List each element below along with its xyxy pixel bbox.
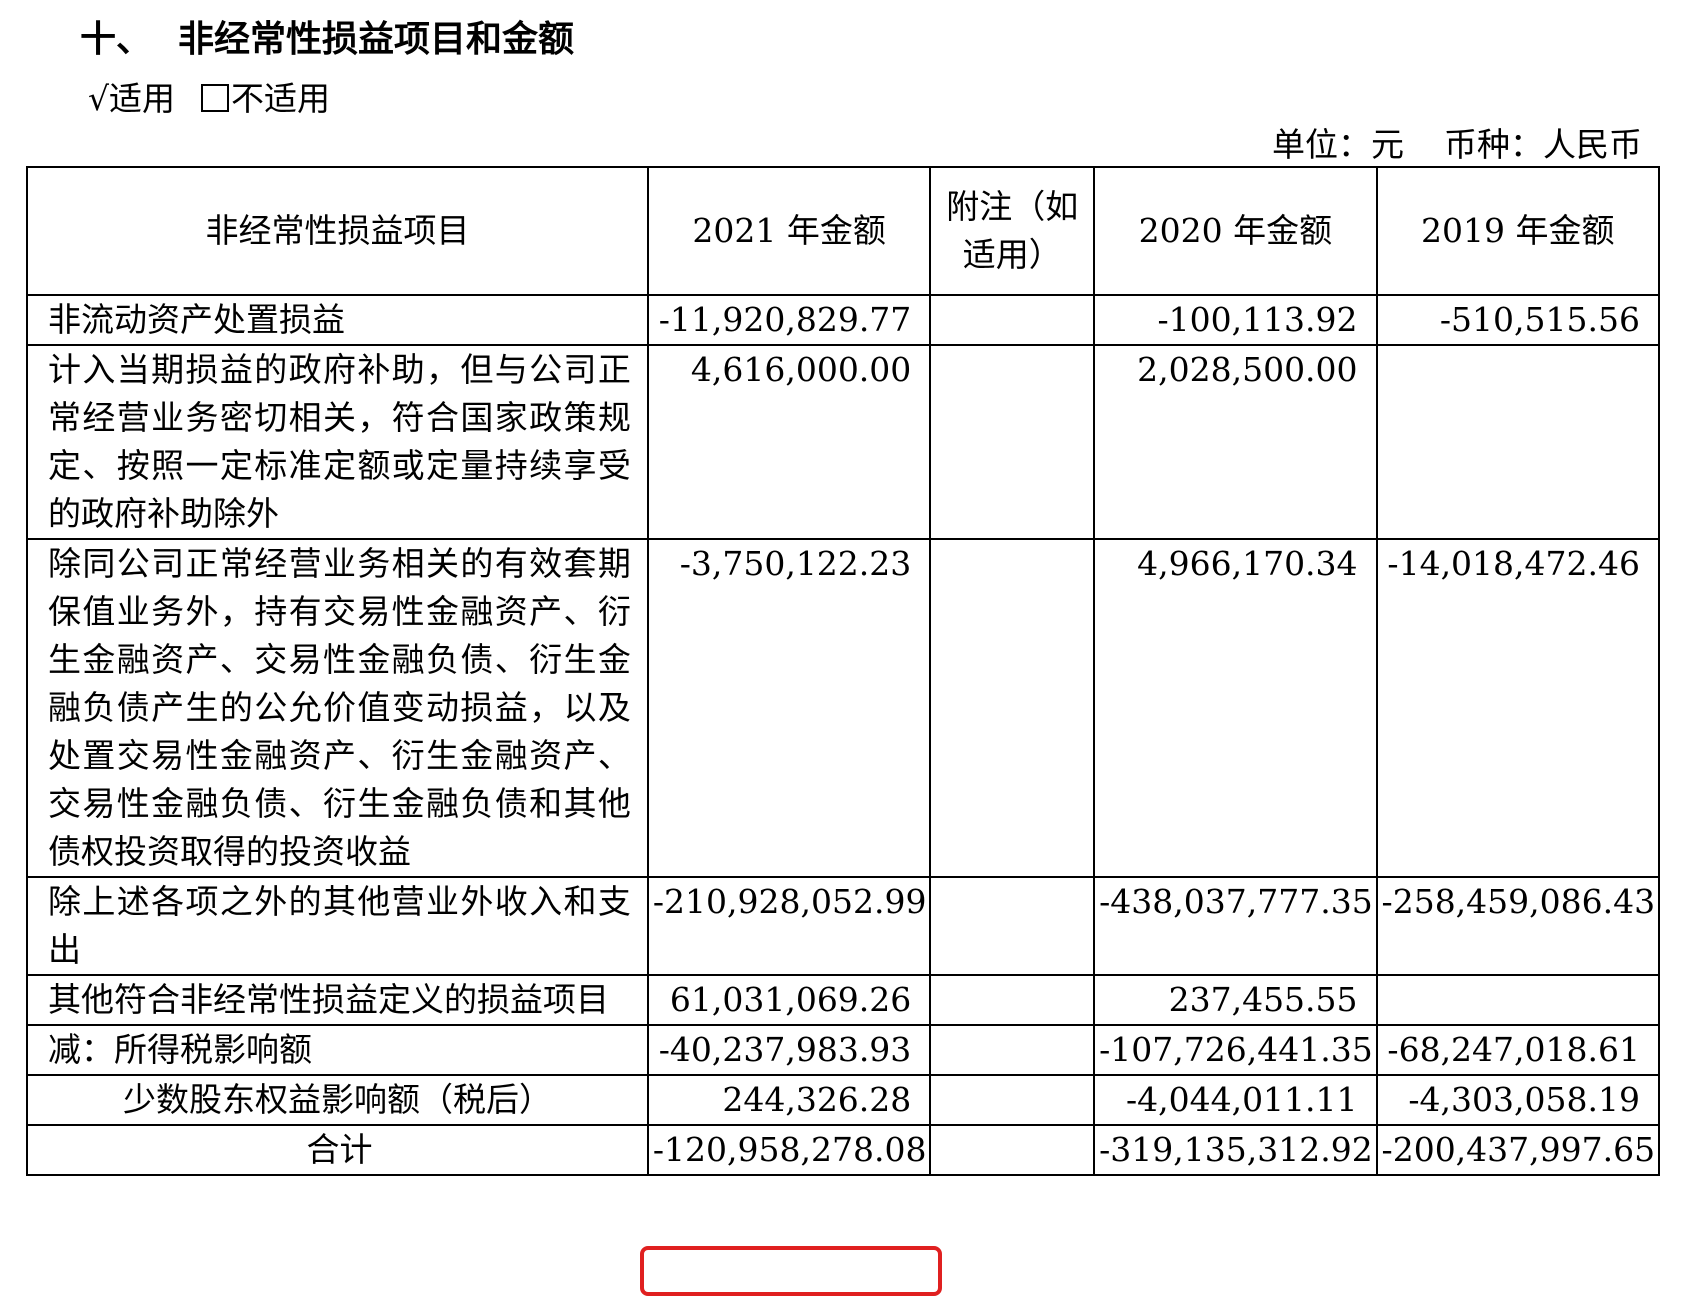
item-cell: 除上述各项之外的其他营业外收入和支出: [26, 876, 649, 976]
note-cell: [929, 344, 1096, 540]
table-total-row: 合计 -120,958,278.08 -319,135,312.92 -200,…: [26, 1124, 1661, 1176]
header-2021: 2021 年金额: [646, 166, 932, 296]
item-cell: 减：所得税影响额: [26, 1024, 649, 1076]
amount-2020: -4,044,011.11: [1093, 1074, 1378, 1126]
amount-2021: 61,031,069.26: [646, 974, 932, 1026]
amount-2019: -510,515.56: [1375, 294, 1661, 346]
amount-2019: -258,459,086.43: [1375, 876, 1661, 976]
amount-2019: -68,247,018.61: [1375, 1024, 1661, 1076]
non-recurring-items-table: 非经常性损益项目 2021 年金额 附注（如适用） 2020 年金额 2019 …: [26, 166, 1661, 1176]
note-cell: [929, 1024, 1096, 1076]
amount-2019: -4,303,058.19: [1375, 1074, 1661, 1126]
item-cell: 少数股东权益影响额（税后）: [26, 1074, 649, 1126]
applicable-label: 适用: [109, 79, 176, 118]
amount-2020: 4,966,170.34: [1093, 538, 1378, 878]
header-2020: 2020 年金额: [1093, 166, 1378, 296]
section-number: 十、: [80, 19, 153, 60]
empty-checkbox-icon: [201, 84, 230, 112]
header-item: 非经常性损益项目: [26, 166, 649, 296]
currency-text: 币种：人民币: [1444, 125, 1642, 164]
note-cell: [929, 538, 1096, 878]
note-cell: [929, 974, 1096, 1026]
applicability-options: √适用 不适用: [88, 72, 330, 120]
total-2020: -319,135,312.92: [1093, 1124, 1378, 1176]
total-2021-highlight-box: [640, 1246, 942, 1296]
table-row: 减：所得税影响额 -40,237,983.93 -107,726,441.35 …: [26, 1024, 1661, 1076]
amount-2019: [1375, 344, 1661, 540]
item-cell: 非流动资产处置损益: [26, 294, 649, 346]
item-cell: 计入当期损益的政府补助，但与公司正常经营业务密切相关，符合国家政策规定、按照一定…: [26, 344, 649, 540]
amount-2020: 237,455.55: [1093, 974, 1378, 1026]
section-heading: 十、 非经常性损益项目和金额: [80, 10, 574, 62]
amount-2021: 244,326.28: [646, 1074, 932, 1126]
amount-2021: -40,237,983.93: [646, 1024, 932, 1076]
note-cell: [929, 1074, 1096, 1126]
table-header-row: 非经常性损益项目 2021 年金额 附注（如适用） 2020 年金额 2019 …: [26, 166, 1661, 296]
amount-2020: -107,726,441.35: [1093, 1024, 1378, 1076]
amount-2021: -11,920,829.77: [646, 294, 932, 346]
note-cell: [929, 294, 1096, 346]
table-row: 除同公司正常经营业务相关的有效套期保值业务外，持有交易性金融资产、衍生金融资产、…: [26, 538, 1661, 878]
amount-2021: -3,750,122.23: [646, 538, 932, 878]
amount-2020: -438,037,777.35: [1093, 876, 1378, 976]
table-row: 其他符合非经常性损益定义的损益项目 61,031,069.26 237,455.…: [26, 974, 1661, 1026]
item-cell: 其他符合非经常性损益定义的损益项目: [26, 974, 649, 1026]
total-2021: -120,958,278.08: [646, 1124, 932, 1176]
table-row: 非流动资产处置损益 -11,920,829.77 -100,113.92 -51…: [26, 294, 1661, 346]
note-cell: [929, 1124, 1096, 1176]
not-applicable-label: 不适用: [231, 79, 331, 118]
amount-2021: 4,616,000.00: [646, 344, 932, 540]
total-label: 合计: [26, 1124, 649, 1176]
header-note: 附注（如适用）: [929, 166, 1096, 296]
header-2019: 2019 年金额: [1375, 166, 1661, 296]
section-title: 非经常性损益项目和金额: [178, 19, 575, 60]
check-mark-icon: √: [88, 79, 110, 118]
item-cell: 除同公司正常经营业务相关的有效套期保值业务外，持有交易性金融资产、衍生金融资产、…: [26, 538, 649, 878]
table-row: 少数股东权益影响额（税后） 244,326.28 -4,044,011.11 -…: [26, 1074, 1661, 1126]
note-cell: [929, 876, 1096, 976]
unit-text: 单位：元: [1272, 125, 1404, 164]
amount-2020: -100,113.92: [1093, 294, 1378, 346]
amount-2020: 2,028,500.00: [1093, 344, 1378, 540]
amount-2019: -14,018,472.46: [1375, 538, 1661, 878]
amount-2021: -210,928,052.99: [646, 876, 932, 976]
total-2019: -200,437,997.65: [1375, 1124, 1661, 1176]
table-row: 除上述各项之外的其他营业外收入和支出 -210,928,052.99 -438,…: [26, 876, 1661, 976]
amount-2019: [1375, 974, 1661, 1026]
unit-currency-line: 单位：元 币种：人民币: [1272, 118, 1642, 166]
table-row: 计入当期损益的政府补助，但与公司正常经营业务密切相关，符合国家政策规定、按照一定…: [26, 344, 1661, 540]
